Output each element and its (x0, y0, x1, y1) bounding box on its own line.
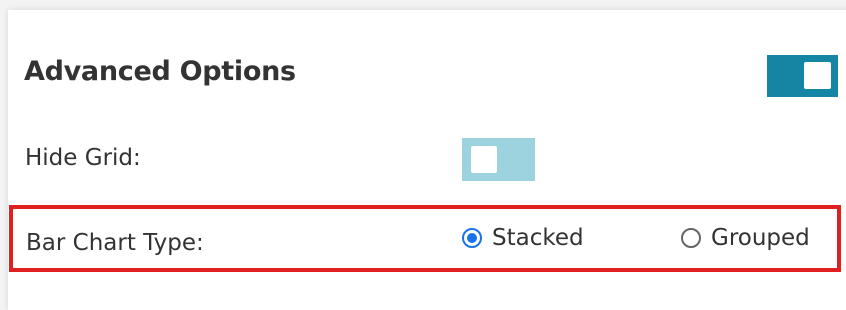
section-title: Advanced Options (24, 56, 296, 87)
stacked-radio-label: Stacked (492, 225, 584, 251)
radio-unselected-icon[interactable] (681, 228, 701, 248)
hide-grid-label: Hide Grid: (25, 145, 141, 171)
bar-chart-type-label: Bar Chart Type: (26, 230, 204, 256)
grouped-radio-label: Grouped (711, 225, 810, 251)
grouped-radio[interactable]: Grouped (681, 225, 810, 251)
toggle-knob (804, 62, 831, 89)
advanced-options-toggle[interactable] (767, 55, 838, 97)
radio-selected-icon[interactable] (462, 228, 482, 248)
stacked-radio[interactable]: Stacked (462, 225, 584, 251)
hide-grid-toggle[interactable] (462, 138, 535, 181)
toggle-knob (471, 146, 497, 173)
